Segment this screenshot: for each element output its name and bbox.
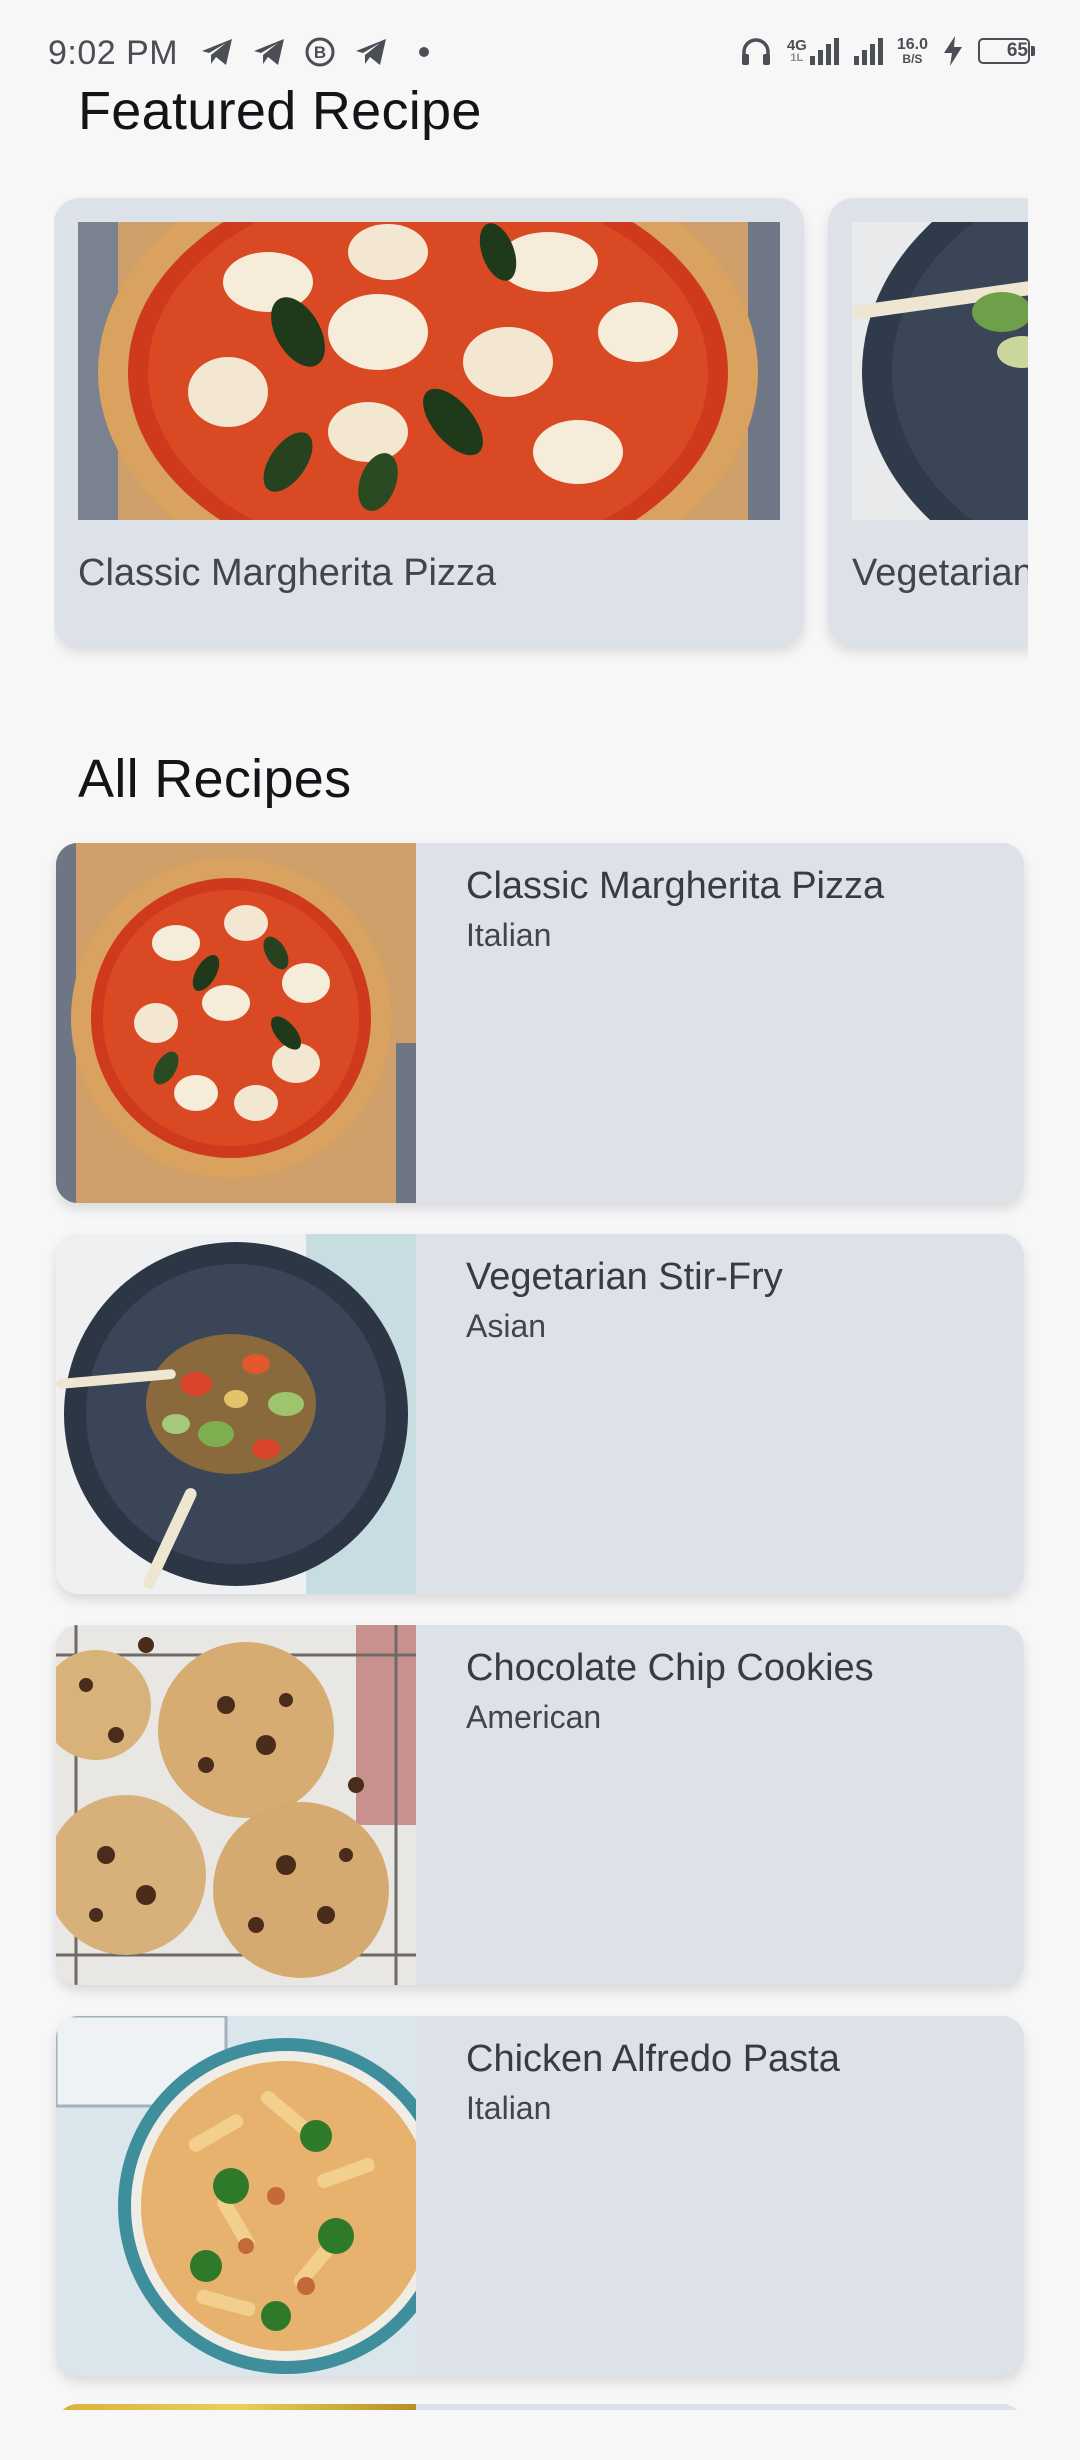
featured-recipe-heading: Featured Recipe bbox=[78, 81, 482, 141]
recipe-name: Chocolate Chip Cookies bbox=[466, 1647, 874, 1689]
pizza-image bbox=[56, 843, 416, 1203]
network-subtype-label: 1L bbox=[790, 52, 804, 64]
battery-level: 65 bbox=[1006, 40, 1028, 61]
telegram-icon bbox=[252, 37, 286, 67]
recipe-name: Classic Margherita Pizza bbox=[466, 865, 885, 907]
network-type: 4G 1L bbox=[787, 38, 807, 64]
svg-text:B: B bbox=[314, 43, 326, 62]
notification-icons: B bbox=[200, 36, 430, 68]
dot-icon bbox=[418, 46, 430, 58]
telegram-icon bbox=[354, 37, 388, 67]
telegram-icon bbox=[200, 37, 234, 67]
featured-carousel[interactable]: Classic Margherita Pizza Vegetarian Stir… bbox=[54, 180, 1028, 680]
signal-icon bbox=[809, 36, 839, 66]
recipe-name: Chicken Alfredo Pasta bbox=[466, 2038, 840, 2080]
recipe-card-pasta[interactable]: Chicken Alfredo Pasta Italian bbox=[56, 2016, 1024, 2376]
all-recipes-heading: All Recipes bbox=[78, 749, 352, 809]
recipe-cuisine: American bbox=[466, 1699, 602, 1735]
bottom-edge bbox=[0, 2410, 1080, 2460]
network-speed: 16.0 B/S bbox=[897, 36, 928, 66]
cookies-image bbox=[56, 1625, 416, 1985]
status-time: 9:02 PM bbox=[48, 34, 179, 72]
recipe-card-pizza[interactable]: Classic Margherita Pizza Italian bbox=[56, 843, 1024, 1203]
featured-card-stir-fry[interactable]: Vegetarian Stir-Fry bbox=[828, 198, 1028, 646]
recipe-cuisine: Asian bbox=[466, 1308, 547, 1344]
network-speed-unit: B/S bbox=[902, 52, 923, 66]
stir-fry-image bbox=[56, 1234, 416, 1594]
recipe-app-screen: 9:02 PM B 4G 1L 16.0 B/S 65 Featured Rec… bbox=[0, 0, 1080, 2460]
charging-icon bbox=[942, 35, 964, 67]
system-icons: 4G 1L 16.0 B/S 65 bbox=[739, 34, 1035, 68]
bitcoin-icon: B bbox=[304, 36, 336, 68]
recipe-cuisine: Italian bbox=[466, 917, 552, 953]
stir-fry-image bbox=[852, 222, 1028, 520]
featured-card-title: Classic Margherita Pizza bbox=[78, 552, 497, 594]
pasta-image bbox=[56, 2016, 416, 2376]
featured-card-title: Vegetarian Stir-Fry bbox=[852, 552, 1028, 594]
recipe-card-stir-fry[interactable]: Vegetarian Stir-Fry Asian bbox=[56, 1234, 1024, 1594]
network-type-label: 4G bbox=[786, 37, 807, 54]
network-speed-value: 16.0 bbox=[896, 36, 928, 53]
signal-icon bbox=[853, 36, 883, 66]
pizza-image bbox=[78, 222, 780, 520]
headphones-icon bbox=[739, 34, 773, 68]
recipe-cuisine: Italian bbox=[466, 2090, 552, 2126]
recipe-name: Vegetarian Stir-Fry bbox=[466, 1256, 783, 1298]
recipe-card-cookies[interactable]: Chocolate Chip Cookies American bbox=[56, 1625, 1024, 1985]
battery-icon: 65 bbox=[978, 38, 1035, 64]
featured-card-pizza[interactable]: Classic Margherita Pizza bbox=[54, 198, 804, 646]
